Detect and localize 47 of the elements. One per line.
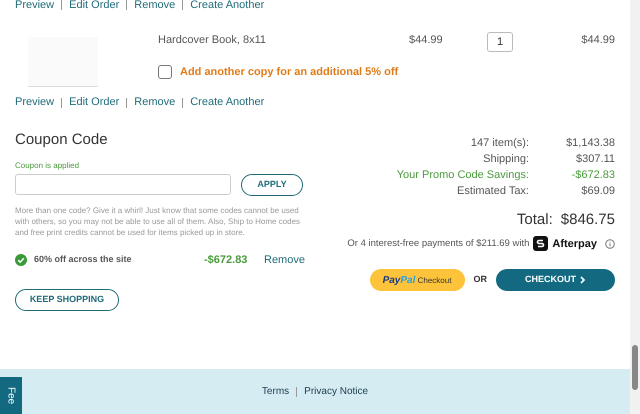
product-name: Hardcover Book, 8x11 (158, 33, 268, 48)
summary-value: $1,143.38 (565, 136, 615, 151)
section-title: Coupon Code (15, 130, 109, 150)
checkbox[interactable] (158, 65, 172, 80)
summary-value: -$672.83 (570, 168, 615, 183)
checkout-button[interactable]: CHECKOUT (496, 269, 615, 291)
item-link[interactable]: Edit Order (69, 94, 120, 111)
item-link[interactable]: Remove (134, 94, 176, 111)
paypal-checkout-button[interactable]: PayPal Checkout (370, 269, 464, 291)
keep-shopping-button[interactable]: KEEP SHOPPING (15, 289, 119, 311)
installments-text: Or 4 interest-free payments of $211.69 with (347, 236, 530, 251)
item-link[interactable]: Create Another (190, 94, 264, 111)
coupon-note: More than one code? Give it a whirl! Just know that some codes cannot be used with others, so you may not be able to use all of them. Also, Ship to Home codes and free print credits cannot be used for items picked up in store. (15, 204, 302, 238)
feedback-tab[interactable]: Fee (0, 377, 22, 414)
footer-link[interactable]: Privacy Notice (304, 384, 368, 399)
applied-coupon-label: 60% off across the site (34, 253, 133, 266)
summary-label: Estimated Tax: (457, 184, 529, 199)
chevron-right-icon (580, 276, 586, 284)
coupon-amount: -$672.83 (204, 252, 248, 268)
afterpay-logo-icon (533, 236, 548, 252)
coupon-status: Coupon is applied (15, 160, 80, 172)
remove-link[interactable]: Remove (264, 252, 305, 268)
summary-value: $307.11 (575, 152, 615, 167)
item-link[interactable]: Preview (15, 0, 54, 14)
product-thumbnail (28, 37, 98, 87)
footer-link[interactable]: Terms (262, 384, 290, 399)
item-link[interactable]: Remove (134, 0, 176, 14)
unit-price: $44.99 (409, 33, 444, 48)
or-divider: OR (474, 273, 487, 286)
item-link[interactable]: Preview (15, 94, 54, 111)
item-link[interactable]: Edit Order (69, 0, 120, 14)
summary-label: 147 item(s): (470, 136, 529, 151)
total-value: $846.75 (560, 210, 615, 230)
item-link[interactable]: Create Another (190, 0, 264, 14)
quantity-field[interactable]: 1 (487, 32, 513, 52)
upsell-label: Add another copy for an additional 5% off (180, 65, 398, 80)
scrollbar[interactable] (630, 0, 640, 414)
info-icon[interactable] (605, 238, 615, 249)
apply-button[interactable]: APPLY (241, 174, 303, 196)
summary-label: Shipping: (483, 152, 529, 167)
check-circle-icon (15, 254, 27, 266)
summary-value: $69.09 (580, 184, 615, 199)
line-total: $44.99 (581, 33, 615, 48)
coupon-input[interactable] (15, 174, 231, 195)
afterpay-wordmark: Afterpay (552, 236, 597, 252)
summary-label: Your Promo Code Savings: (396, 168, 529, 183)
total-label: Total: (516, 210, 553, 230)
